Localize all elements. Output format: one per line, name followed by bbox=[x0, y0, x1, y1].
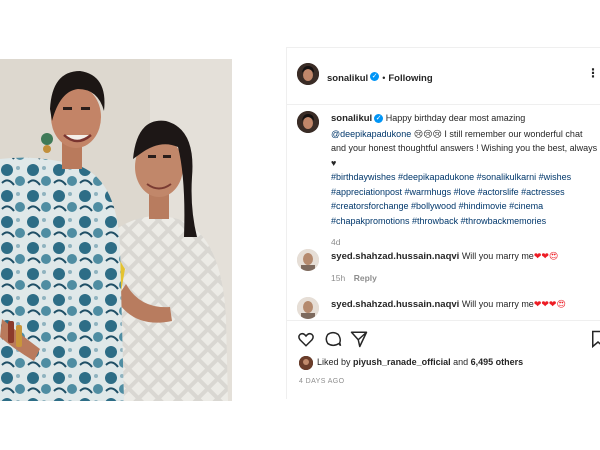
post-photo[interactable] bbox=[0, 59, 232, 401]
mention-link[interactable]: @deepikapadukone bbox=[331, 129, 411, 139]
hashtags-line[interactable]: #chapakpromotions #throwback #throwbackm… bbox=[331, 214, 600, 229]
share-icon[interactable] bbox=[350, 330, 368, 348]
comment: syed.shahzad.hussain.naqvi Will you marr… bbox=[331, 249, 600, 285]
caption-avatar[interactable] bbox=[297, 111, 319, 133]
verified-icon: ✓ bbox=[370, 72, 380, 82]
verified-icon: ✓ bbox=[374, 114, 384, 124]
avatar[interactable] bbox=[297, 63, 319, 85]
header-username[interactable]: sonalikul bbox=[327, 73, 368, 84]
likes-prefix: Liked by bbox=[317, 357, 351, 367]
comment-emojis: ❤❤😍 bbox=[533, 251, 559, 261]
comment-icon[interactable] bbox=[324, 330, 342, 348]
hashtags-line[interactable]: #birthdaywishes #deepikapadukone #sonali… bbox=[331, 170, 600, 185]
comment: syed.shahzad.hussain.naqvi Will you marr… bbox=[331, 297, 600, 312]
likes-user[interactable]: piyush_ranade_official bbox=[353, 357, 451, 367]
action-bar bbox=[287, 320, 600, 355]
comment-username[interactable]: syed.shahzad.hussain.naqvi bbox=[331, 251, 459, 262]
comment-emojis: ❤❤❤😍 bbox=[533, 299, 566, 309]
hashtags-line[interactable]: #appreciationpost #warmhugs #love #actor… bbox=[331, 185, 600, 200]
likes-joiner: and bbox=[453, 357, 469, 367]
more-icon[interactable]: ⋮ bbox=[587, 67, 600, 81]
reply-button[interactable]: Reply bbox=[354, 273, 377, 283]
post-panel: sonalikul ✓ • Following ⋮ sonalikul ✓ Happy … bbox=[286, 47, 600, 399]
comment-time[interactable]: 15h bbox=[331, 273, 345, 283]
comment-username[interactable]: syed.shahzad.hussain.naqvi bbox=[331, 299, 459, 310]
post-date: 4 DAYS AGO bbox=[299, 378, 345, 385]
likes-others[interactable]: 6,495 others bbox=[471, 357, 524, 367]
caption-time[interactable]: 4d bbox=[331, 235, 600, 250]
caption-emojis: 😢😢😢 bbox=[413, 128, 442, 139]
comment-avatar[interactable] bbox=[297, 249, 319, 271]
post-caption: sonalikul ✓ Happy birthday dear most amaz… bbox=[331, 111, 600, 250]
comment-avatar[interactable] bbox=[297, 297, 319, 319]
comment-text: Will you marry me bbox=[461, 251, 534, 261]
likes-summary: Liked by piyush_ranade_official and 6,49… bbox=[317, 357, 523, 367]
separator-dot: • bbox=[382, 73, 386, 83]
comment-text: Will you marry me bbox=[461, 299, 534, 309]
liked-by-avatar[interactable] bbox=[299, 356, 313, 370]
heart-icon: ♥ bbox=[331, 157, 337, 168]
caption-line1: Happy birthday dear most amazing bbox=[385, 113, 526, 123]
following-button[interactable]: Following bbox=[388, 73, 432, 84]
post-header: sonalikul ✓ • Following ⋮ bbox=[287, 48, 600, 105]
caption-username[interactable]: sonalikul bbox=[331, 113, 372, 124]
hashtags-line[interactable]: #creatorsforchange #bollywood #hindimovi… bbox=[331, 199, 600, 214]
caption-line2: I still remember our wonderful chat bbox=[444, 128, 583, 139]
save-bookmark-icon[interactable] bbox=[589, 330, 600, 348]
caption-line3: and your honest thoughtful answers ! Wis… bbox=[331, 143, 598, 153]
like-heart-icon[interactable] bbox=[297, 330, 315, 348]
